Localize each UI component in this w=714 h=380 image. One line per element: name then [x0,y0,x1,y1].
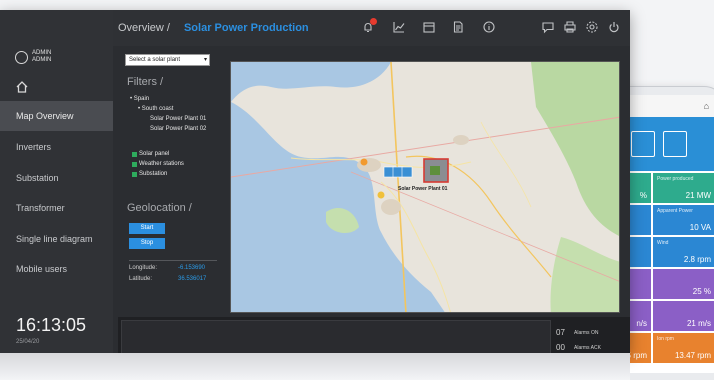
sidebar-item-transformer[interactable]: Transformer [0,193,113,223]
sidebar-item-inverters[interactable]: Inverters [0,132,113,162]
longitude-value: -6.153690 [178,265,206,271]
solar-plant-select[interactable]: Select a solar plant ▾ [125,54,210,66]
phone-home-icon: ⌂ [703,101,709,111]
checkbox-checked-icon[interactable] [132,171,137,177]
phone-tablet-icon[interactable] [631,131,655,157]
clock-time: 16:13:05 [16,315,87,335]
settings-icon[interactable] [585,20,599,34]
sidebar-item-substation[interactable]: Substation [0,163,113,193]
substation-marker[interactable] [360,158,368,166]
phone-tile[interactable]: Apparent Power 10 VA [653,205,714,235]
phone-tile[interactable]: Power produced 21 MW [653,173,714,203]
chat-icon[interactable] [541,20,555,34]
checkbox-checked-icon[interactable] [132,161,137,167]
tree-node-plant-01[interactable]: Solar Power Plant 01 [150,116,206,122]
trend-chart-icon[interactable] [392,20,406,34]
phone-tile[interactable]: 21 m/s [653,301,714,331]
user-role: ADMIN [32,57,52,63]
longitude-label: Longitude: [129,265,158,271]
print-icon[interactable] [563,20,577,34]
filter-substation[interactable]: Substation [132,171,167,177]
tree-node-plant-02[interactable]: Solar Power Plant 02 [150,126,206,132]
laptop-base [0,353,630,380]
alarms-on-label[interactable]: Alarms ON [574,330,598,336]
phone-tile-value: 25 % [692,287,711,296]
breadcrumb-root[interactable]: Overview / [118,22,170,34]
user-avatar-icon [15,50,28,64]
phone-tile-value: 10 VA [689,223,711,232]
phone-tile[interactable]: Wind 2.8 rpm [653,237,714,267]
product-showcase: ⋯ ⌂ %Power produced21 MWApparent Power10… [0,0,714,380]
phone-tile-label: Ion rpm [657,336,674,342]
home-icon[interactable] [15,80,29,94]
info-icon[interactable] [482,20,496,34]
phone-tile-value: n/s [636,319,647,328]
geolocation-stop-button[interactable]: Stop [129,238,165,249]
geolocation-title: Geolocation / [127,202,192,214]
phone-tile-value: % [639,191,647,200]
phone-tile-value: 2.8 rpm [683,255,711,264]
phone-document-icon[interactable] [663,131,687,157]
phone-tile-label: Power produced [657,176,694,182]
top-bar: Overview / Solar Power Production [113,10,630,46]
clock-date: 25/04/20 [16,339,40,345]
tree-node-spain[interactable]: • Spain [130,96,149,102]
alarms-ack-label[interactable]: Alarms ACK [574,345,601,351]
filters-title: Filters / [127,76,164,88]
phone-tile-label: Apparent Power [657,208,693,214]
phone-tile-value: 21 MW [685,191,711,200]
calendar-icon[interactable] [422,20,436,34]
chevron-down-icon: ▾ [203,57,207,63]
sidebar: ADMIN ADMIN Map Overview Inverters Subst… [0,10,113,353]
sidebar-item-map-overview[interactable]: Map Overview [0,101,113,131]
filter-weather-stations[interactable]: Weather stations [132,161,184,167]
latitude-value: 36.536017 [178,276,207,282]
phone-tile-label: Wind [657,240,669,246]
alarms-on-count: 07 [556,328,565,337]
map-plant-label: Solar Power Plant 01 [398,186,448,192]
sidebar-item-single-line-diagram[interactable]: Single line diagram [0,224,113,254]
latitude-label: Latitude: [129,276,153,282]
phone-tile[interactable]: 25 % [653,269,714,299]
phone-tile-value: 13.47 rpm [674,351,711,360]
sidebar-item-mobile-users[interactable]: Mobile users [0,254,113,284]
scada-application: ADMIN ADMIN Map Overview Inverters Subst… [0,10,630,363]
solar-plant-highlight-marker[interactable] [423,158,449,183]
weather-station-marker[interactable] [377,191,385,199]
tree-node-south-coast[interactable]: • South coast [138,106,173,112]
user-block[interactable]: ADMIN ADMIN [15,50,51,64]
divider [129,260,217,261]
solar-panel-cluster-icon[interactable] [383,166,413,178]
page-title: Solar Power Production [183,22,309,34]
power-icon[interactable] [607,20,621,34]
alarms-ack-count: 00 [556,343,565,352]
checkbox-checked-icon[interactable] [132,151,137,157]
report-icon[interactable] [451,20,465,34]
user-name: ADMIN [32,50,52,56]
geolocation-start-button[interactable]: Start [129,223,165,234]
filter-solar-panel[interactable]: Solar panel [132,151,169,157]
phone-tile-value: 21 m/s [686,319,711,328]
notification-badge [370,18,377,25]
phone-tile[interactable]: Ion rpm 13.47 rpm [653,333,714,363]
solar-plant-select-value: Select a solar plant [129,57,181,63]
